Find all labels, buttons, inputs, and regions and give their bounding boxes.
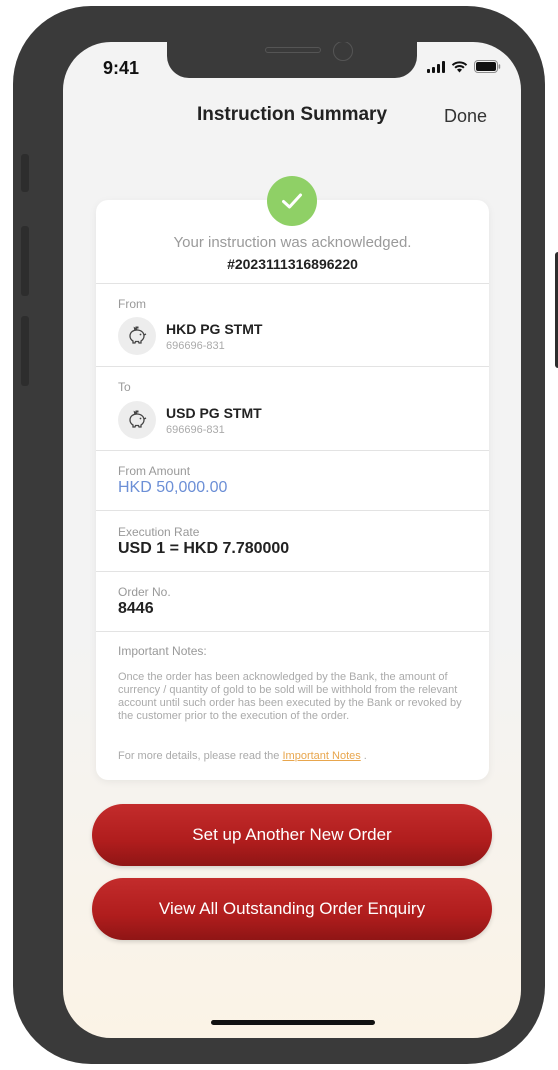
speaker-grille <box>265 47 321 53</box>
check-icon <box>267 176 317 226</box>
silent-switch <box>21 154 29 192</box>
from-amount-value: HKD 50,000.00 <box>118 479 228 496</box>
done-button[interactable]: Done <box>444 106 487 127</box>
divider <box>96 450 489 451</box>
home-indicator[interactable] <box>211 1020 375 1025</box>
to-account-name: USD PG STMT <box>166 404 262 421</box>
execution-rate-label: Execution Rate <box>118 525 200 539</box>
from-amount-label: From Amount <box>118 464 191 478</box>
screen: 9:41 Instruction Summary Done Your instr… <box>63 42 521 1038</box>
important-notes-body: Once the order has been acknowledged by … <box>118 671 462 722</box>
from-account-number: 696696-831 <box>166 339 225 352</box>
wifi-icon <box>451 60 468 72</box>
notch <box>167 42 417 78</box>
to-account-number: 696696-831 <box>166 423 225 436</box>
divider <box>96 631 489 632</box>
piggy-bank-icon <box>118 401 156 439</box>
instruction-summary-card: Your instruction was acknowledged. #2023… <box>96 200 489 780</box>
more-details-text: For more details, please read the <box>118 750 280 762</box>
divider <box>96 571 489 572</box>
to-label: To <box>118 380 131 394</box>
order-no-label: Order No. <box>118 585 171 599</box>
from-account-name: HKD PG STMT <box>166 320 263 337</box>
piggy-bank-icon <box>118 317 156 355</box>
from-label: From <box>118 297 146 311</box>
volume-up-button <box>21 226 29 296</box>
acknowledged-message: Your instruction was acknowledged. <box>173 234 412 251</box>
phone-frame: 9:41 Instruction Summary Done Your instr… <box>13 6 558 1064</box>
signal-icon <box>427 60 445 73</box>
important-notes-title: Important Notes: <box>118 644 207 658</box>
more-details-line: For more details, please read the Import… <box>118 750 367 762</box>
important-notes-link[interactable]: Important Notes <box>282 750 360 762</box>
divider <box>96 366 489 367</box>
status-time: 9:41 <box>103 58 140 78</box>
volume-down-button <box>21 316 29 386</box>
new-order-button[interactable]: Set up Another New Order <box>92 804 492 866</box>
from-account: HKD PG STMT 696696-831 <box>118 317 262 355</box>
status-icons <box>427 60 501 73</box>
execution-rate-value: USD 1 = HKD 7.780000 <box>118 540 290 557</box>
to-account: USD PG STMT 696696-831 <box>118 401 262 439</box>
order-no-value: 8446 <box>118 600 154 617</box>
divider <box>96 283 489 284</box>
divider <box>96 510 489 511</box>
front-camera <box>333 42 353 61</box>
reference-number: #2023111316896220 <box>227 256 358 272</box>
battery-icon <box>474 60 501 73</box>
view-outstanding-orders-button[interactable]: View All Outstanding Order Enquiry <box>92 878 492 940</box>
more-details-suffix: . <box>360 750 367 762</box>
